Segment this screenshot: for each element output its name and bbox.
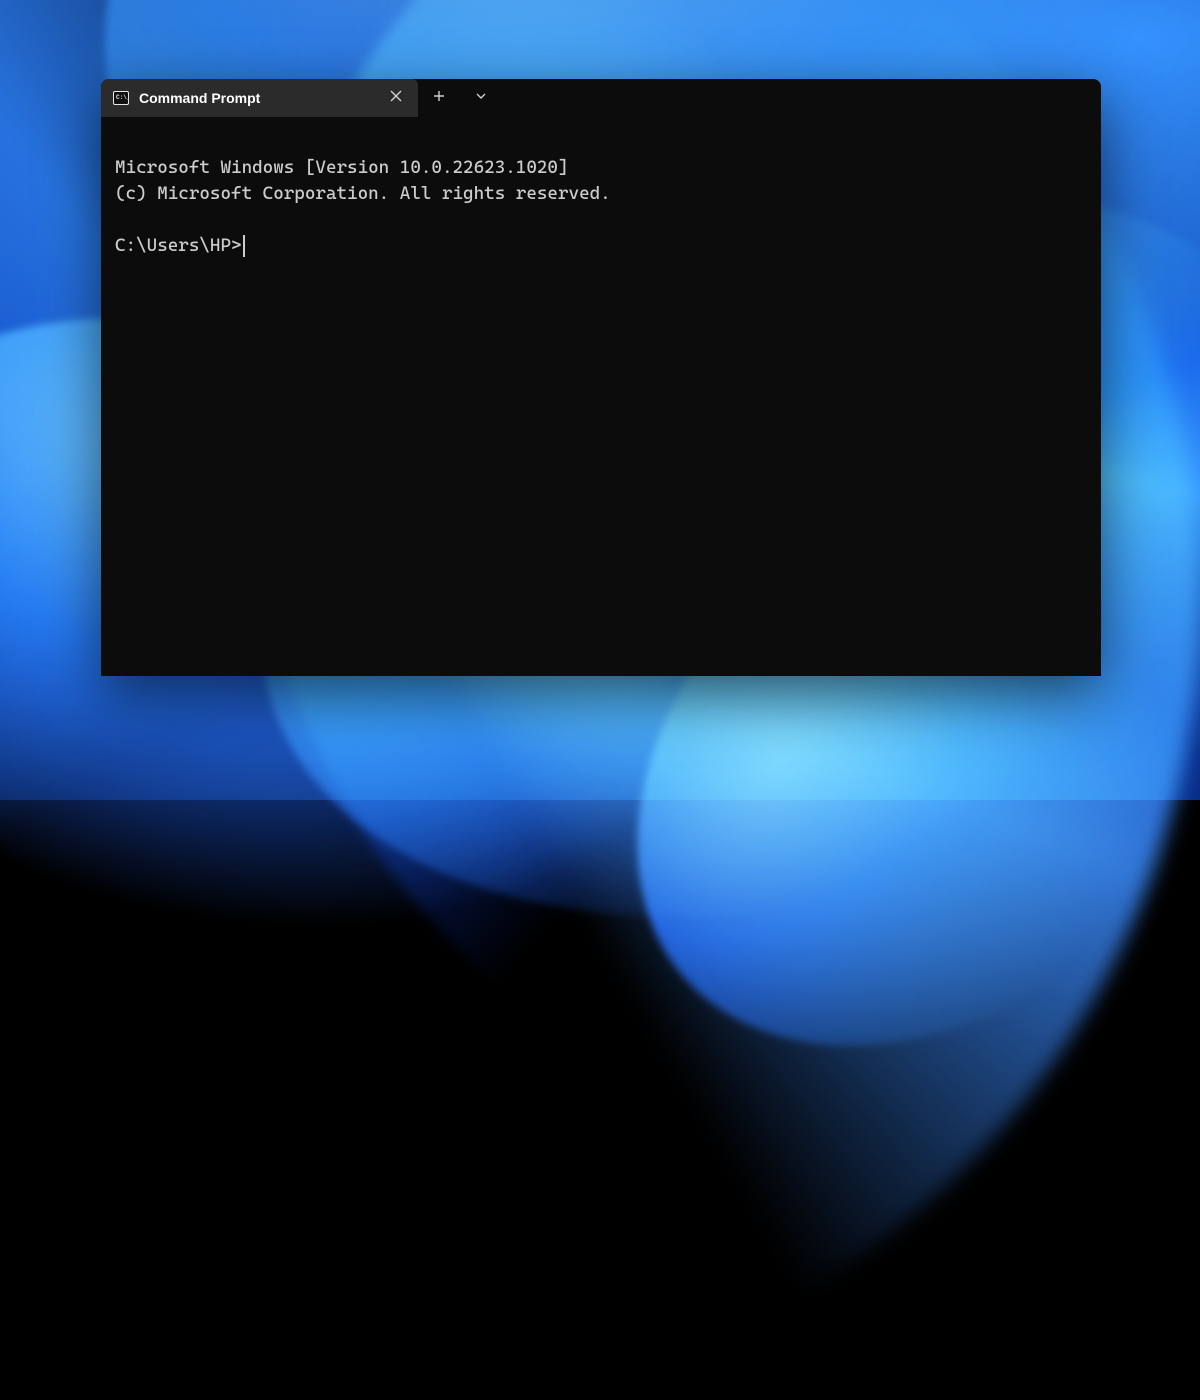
tab-title: Command Prompt bbox=[139, 90, 374, 106]
chevron-down-icon bbox=[475, 89, 487, 107]
window-titlebar[interactable]: C:\_ Command Prompt bbox=[101, 79, 1101, 117]
new-tab-button[interactable] bbox=[418, 79, 460, 117]
close-icon bbox=[390, 89, 402, 107]
titlebar-drag-region[interactable] bbox=[502, 79, 1101, 117]
terminal-window: C:\_ Command Prompt bbox=[101, 79, 1101, 676]
terminal-line: (c) Microsoft Corporation. All rights re… bbox=[115, 183, 611, 204]
terminal-prompt-line: C:\Users\HP> bbox=[115, 233, 1087, 259]
plus-icon bbox=[433, 89, 445, 107]
tab-command-prompt[interactable]: C:\_ Command Prompt bbox=[101, 79, 418, 117]
command-prompt-icon: C:\_ bbox=[113, 90, 129, 106]
terminal-line: Microsoft Windows [Version 10.0.22623.10… bbox=[115, 157, 569, 178]
svg-text:C:\_: C:\_ bbox=[116, 94, 129, 101]
terminal-output[interactable]: Microsoft Windows [Version 10.0.22623.10… bbox=[101, 117, 1101, 271]
tab-close-button[interactable] bbox=[384, 86, 408, 110]
terminal-prompt: C:\Users\HP> bbox=[115, 233, 242, 259]
terminal-cursor bbox=[243, 235, 245, 257]
tab-dropdown-button[interactable] bbox=[460, 79, 502, 117]
